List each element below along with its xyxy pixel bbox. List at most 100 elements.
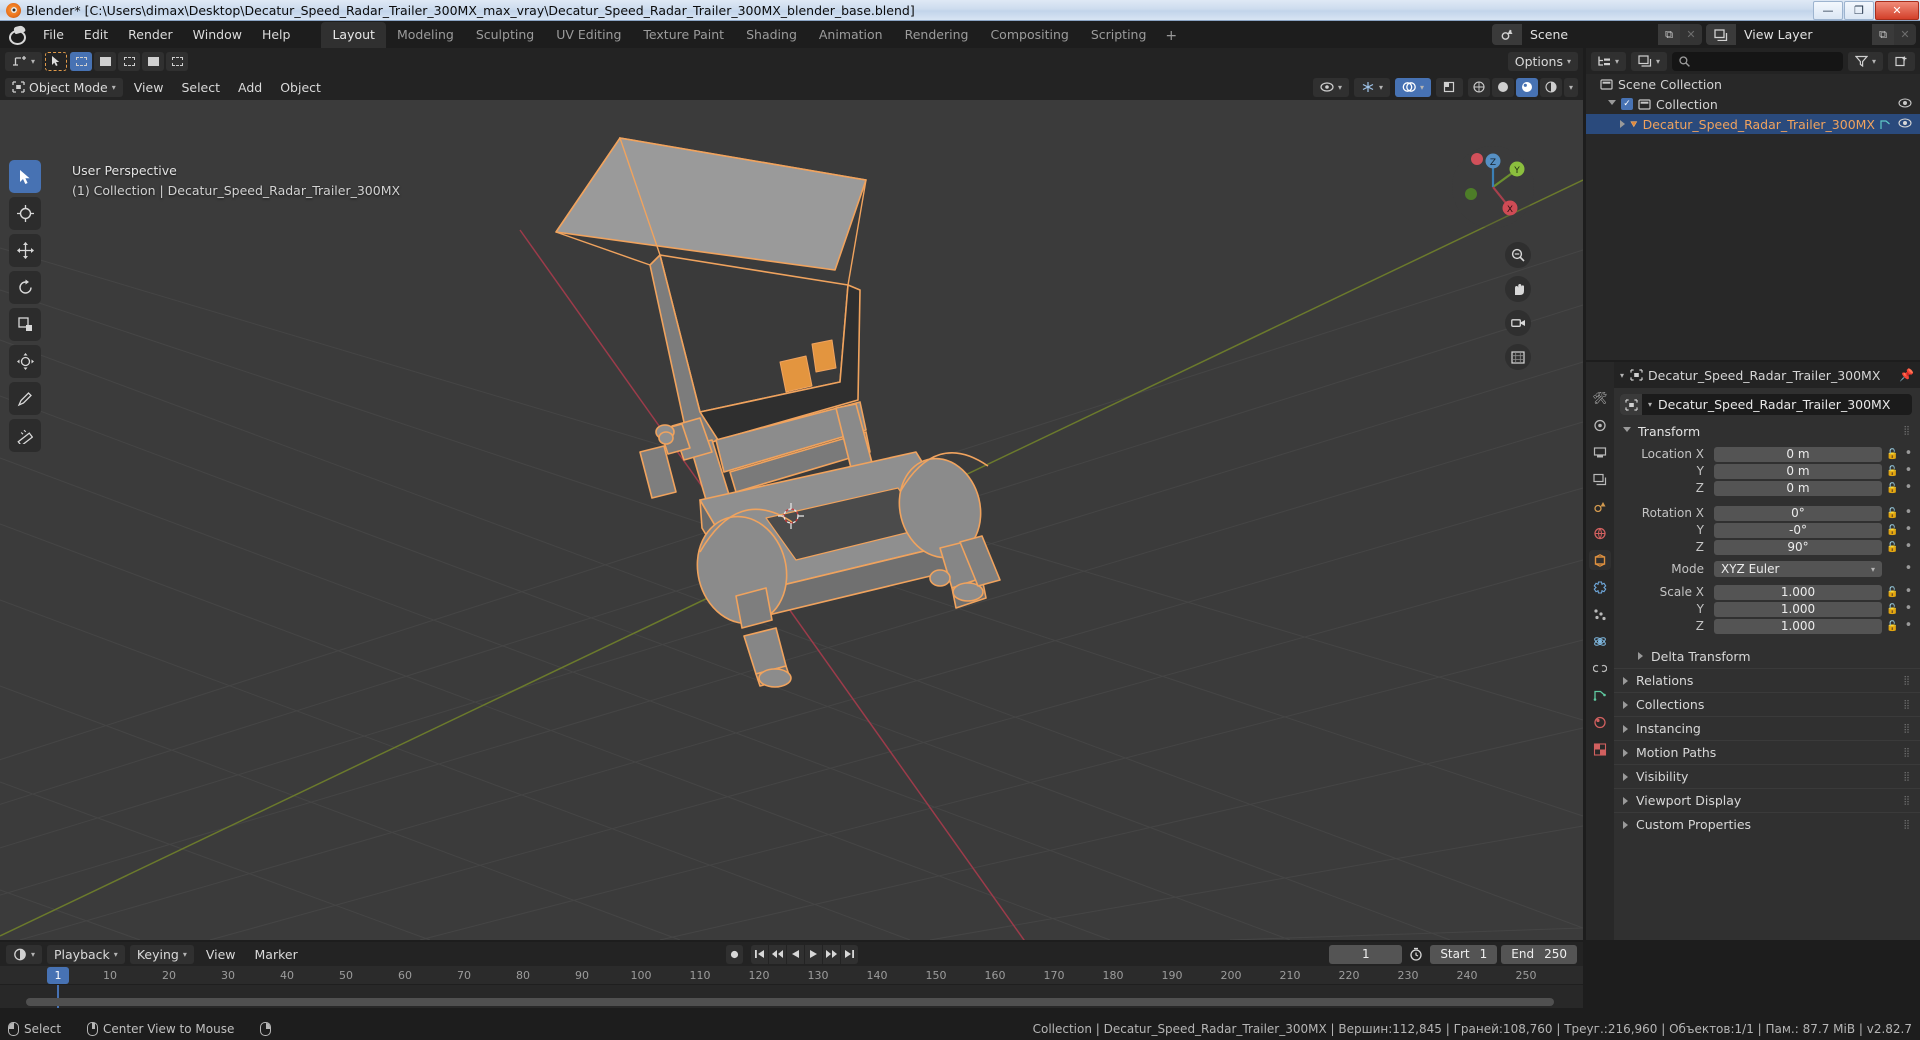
- jump-to-start-button[interactable]: [750, 944, 768, 964]
- tool-annotate-button[interactable]: [9, 382, 41, 415]
- timeline-menu-view[interactable]: View: [199, 945, 243, 964]
- visibility-eye-icon[interactable]: [1898, 97, 1912, 111]
- lock-icon[interactable]: 🔓: [1886, 466, 1899, 477]
- tool-rotate-button[interactable]: [9, 271, 41, 304]
- timeline-menu-marker[interactable]: Marker: [248, 945, 305, 964]
- lock-icon[interactable]: 🔓: [1886, 587, 1899, 598]
- end-frame-field[interactable]: End 250: [1501, 944, 1577, 964]
- use-preview-range-icon[interactable]: [1406, 945, 1426, 964]
- menu-edit[interactable]: Edit: [75, 24, 117, 45]
- properties-tab-object-data[interactable]: [1589, 685, 1611, 705]
- properties-tab-scene[interactable]: [1589, 496, 1611, 516]
- outliner-new-collection-button[interactable]: [1888, 51, 1915, 71]
- workspace-tab-animation[interactable]: Animation: [808, 22, 894, 48]
- viewport-3d[interactable]: ▾ Options ▾ Object Mode ▾ View Select Ad…: [0, 48, 1583, 940]
- start-frame-field[interactable]: Start 1: [1430, 944, 1498, 964]
- shading-options-chevron[interactable]: ▾: [1564, 77, 1578, 97]
- new-view-layer-button[interactable]: ⧉: [1872, 24, 1894, 45]
- timeline-menu-keying[interactable]: Keying ▾: [129, 944, 194, 964]
- new-scene-button[interactable]: ⧉: [1658, 24, 1680, 45]
- workspace-tab-rendering[interactable]: Rendering: [894, 22, 980, 48]
- tool-tweak-button[interactable]: [9, 160, 41, 193]
- properties-tab-modifiers[interactable]: [1589, 577, 1611, 597]
- panel-motion-paths[interactable]: Motion Paths ⣿: [1614, 740, 1920, 764]
- object-mode-selector[interactable]: Object Mode ▾: [5, 77, 123, 97]
- timeline-editor-type-button[interactable]: ▾: [6, 944, 43, 964]
- blender-logo-icon[interactable]: [6, 24, 28, 46]
- viewport-menu-view[interactable]: View: [127, 78, 171, 97]
- solid-shading-button[interactable]: [1492, 77, 1514, 97]
- lock-icon[interactable]: 🔓: [1886, 621, 1899, 632]
- field-location-x[interactable]: Location X 0 m 🔓 •: [1614, 446, 1914, 462]
- viewport-canvas[interactable]: User Perspective (1) Collection | Decatu…: [0, 100, 1583, 940]
- panel-visibility[interactable]: Visibility ⣿: [1614, 764, 1920, 788]
- viewport-options-button[interactable]: Options ▾: [1507, 51, 1578, 71]
- field-value[interactable]: 1.000: [1714, 618, 1882, 634]
- timeline-ruler[interactable]: 10 20 30 40 50 60 70 80 90 100 110 120 1…: [0, 966, 1583, 985]
- animate-property-dot[interactable]: •: [1903, 562, 1914, 575]
- field-location-z[interactable]: Z 0 m 🔓 •: [1614, 480, 1914, 496]
- transform-panel-header[interactable]: Transform ⣿: [1614, 420, 1920, 442]
- select-intersect-toggle[interactable]: [166, 51, 189, 71]
- field-value[interactable]: 0°: [1714, 505, 1882, 521]
- viewport-menu-object[interactable]: Object: [273, 78, 328, 97]
- current-frame-field[interactable]: 1: [1329, 944, 1403, 964]
- viewport-menu-add[interactable]: Add: [231, 78, 269, 97]
- rendered-shading-button[interactable]: [1540, 77, 1562, 97]
- tool-measure-button[interactable]: [9, 419, 41, 452]
- animate-property-dot[interactable]: •: [1903, 464, 1914, 477]
- animate-property-dot[interactable]: •: [1903, 602, 1914, 615]
- field-value[interactable]: 1.000: [1714, 584, 1882, 600]
- panel-relations[interactable]: Relations ⣿: [1614, 668, 1920, 692]
- object-name-field[interactable]: ▾ Decatur_Speed_Radar_Trailer_300MX: [1620, 394, 1912, 415]
- tool-cursor-button[interactable]: [9, 197, 41, 230]
- properties-tab-material[interactable]: [1589, 712, 1611, 732]
- field-value[interactable]: 1.000: [1714, 601, 1882, 617]
- chevron-down-icon[interactable]: ▾: [1648, 400, 1652, 409]
- auto-keying-button[interactable]: [725, 944, 743, 964]
- properties-tab-texture[interactable]: [1589, 739, 1611, 759]
- animate-property-dot[interactable]: •: [1903, 481, 1914, 494]
- panel-viewport-display[interactable]: Viewport Display ⣿: [1614, 788, 1920, 812]
- properties-tab-world[interactable]: [1589, 523, 1611, 543]
- viewport-navigation-gizmo[interactable]: Z Y X: [1451, 145, 1535, 229]
- panel-collections[interactable]: Collections ⣿: [1614, 692, 1920, 716]
- field-value[interactable]: 90°: [1714, 539, 1882, 555]
- lock-icon[interactable]: 🔓: [1886, 542, 1899, 553]
- select-set-toggle[interactable]: [70, 51, 93, 71]
- timeline-menu-playback[interactable]: Playback ▾: [47, 944, 125, 964]
- properties-tab-output[interactable]: [1589, 442, 1611, 462]
- select-invert-toggle[interactable]: [142, 51, 165, 71]
- lock-icon[interactable]: 🔓: [1886, 483, 1899, 494]
- wireframe-shading-button[interactable]: [1468, 77, 1490, 97]
- collection-checkbox[interactable]: ✓: [1621, 98, 1633, 110]
- xray-toggle-button[interactable]: [1436, 77, 1463, 97]
- animate-property-dot[interactable]: •: [1903, 540, 1914, 553]
- animate-property-dot[interactable]: •: [1903, 523, 1914, 536]
- editor-type-chevron-icon[interactable]: ▾: [1620, 371, 1624, 380]
- rotation-mode-dropdown[interactable]: XYZ Euler ▾: [1714, 561, 1882, 577]
- panel-instancing[interactable]: Instancing ⣿: [1614, 716, 1920, 740]
- properties-tab-view-layer[interactable]: [1589, 469, 1611, 489]
- jump-to-previous-keyframe-button[interactable]: [768, 944, 786, 964]
- material-preview-button[interactable]: [1516, 77, 1538, 97]
- tool-tweak-indicator[interactable]: [45, 51, 68, 71]
- visibility-eye-icon[interactable]: [1898, 117, 1912, 131]
- pin-icon[interactable]: 📌: [1899, 368, 1914, 382]
- animate-property-dot[interactable]: •: [1903, 506, 1914, 519]
- panel-custom-properties[interactable]: Custom Properties ⣿: [1614, 812, 1920, 836]
- field-value[interactable]: -0°: [1714, 522, 1882, 538]
- properties-tab-render[interactable]: [1589, 415, 1611, 435]
- gizmo-toggle-button[interactable]: ▾: [1353, 77, 1390, 97]
- properties-tab-constraints[interactable]: [1589, 658, 1611, 678]
- outliner-search-input[interactable]: [1672, 51, 1843, 71]
- active-tool-icon[interactable]: ▾: [5, 51, 43, 71]
- properties-tab-tool[interactable]: 🛠: [1589, 388, 1611, 408]
- workspace-tab-scripting[interactable]: Scripting: [1080, 22, 1158, 48]
- field-location-y[interactable]: Y 0 m 🔓 •: [1614, 463, 1914, 479]
- overlays-toggle-button[interactable]: ▾: [1394, 77, 1431, 97]
- field-scale-x[interactable]: Scale X 1.000 🔓 •: [1614, 584, 1914, 600]
- outliner-filter-button[interactable]: ▾: [1847, 51, 1883, 71]
- zoom-view-button[interactable]: [1505, 242, 1531, 268]
- properties-tab-object[interactable]: [1589, 550, 1611, 570]
